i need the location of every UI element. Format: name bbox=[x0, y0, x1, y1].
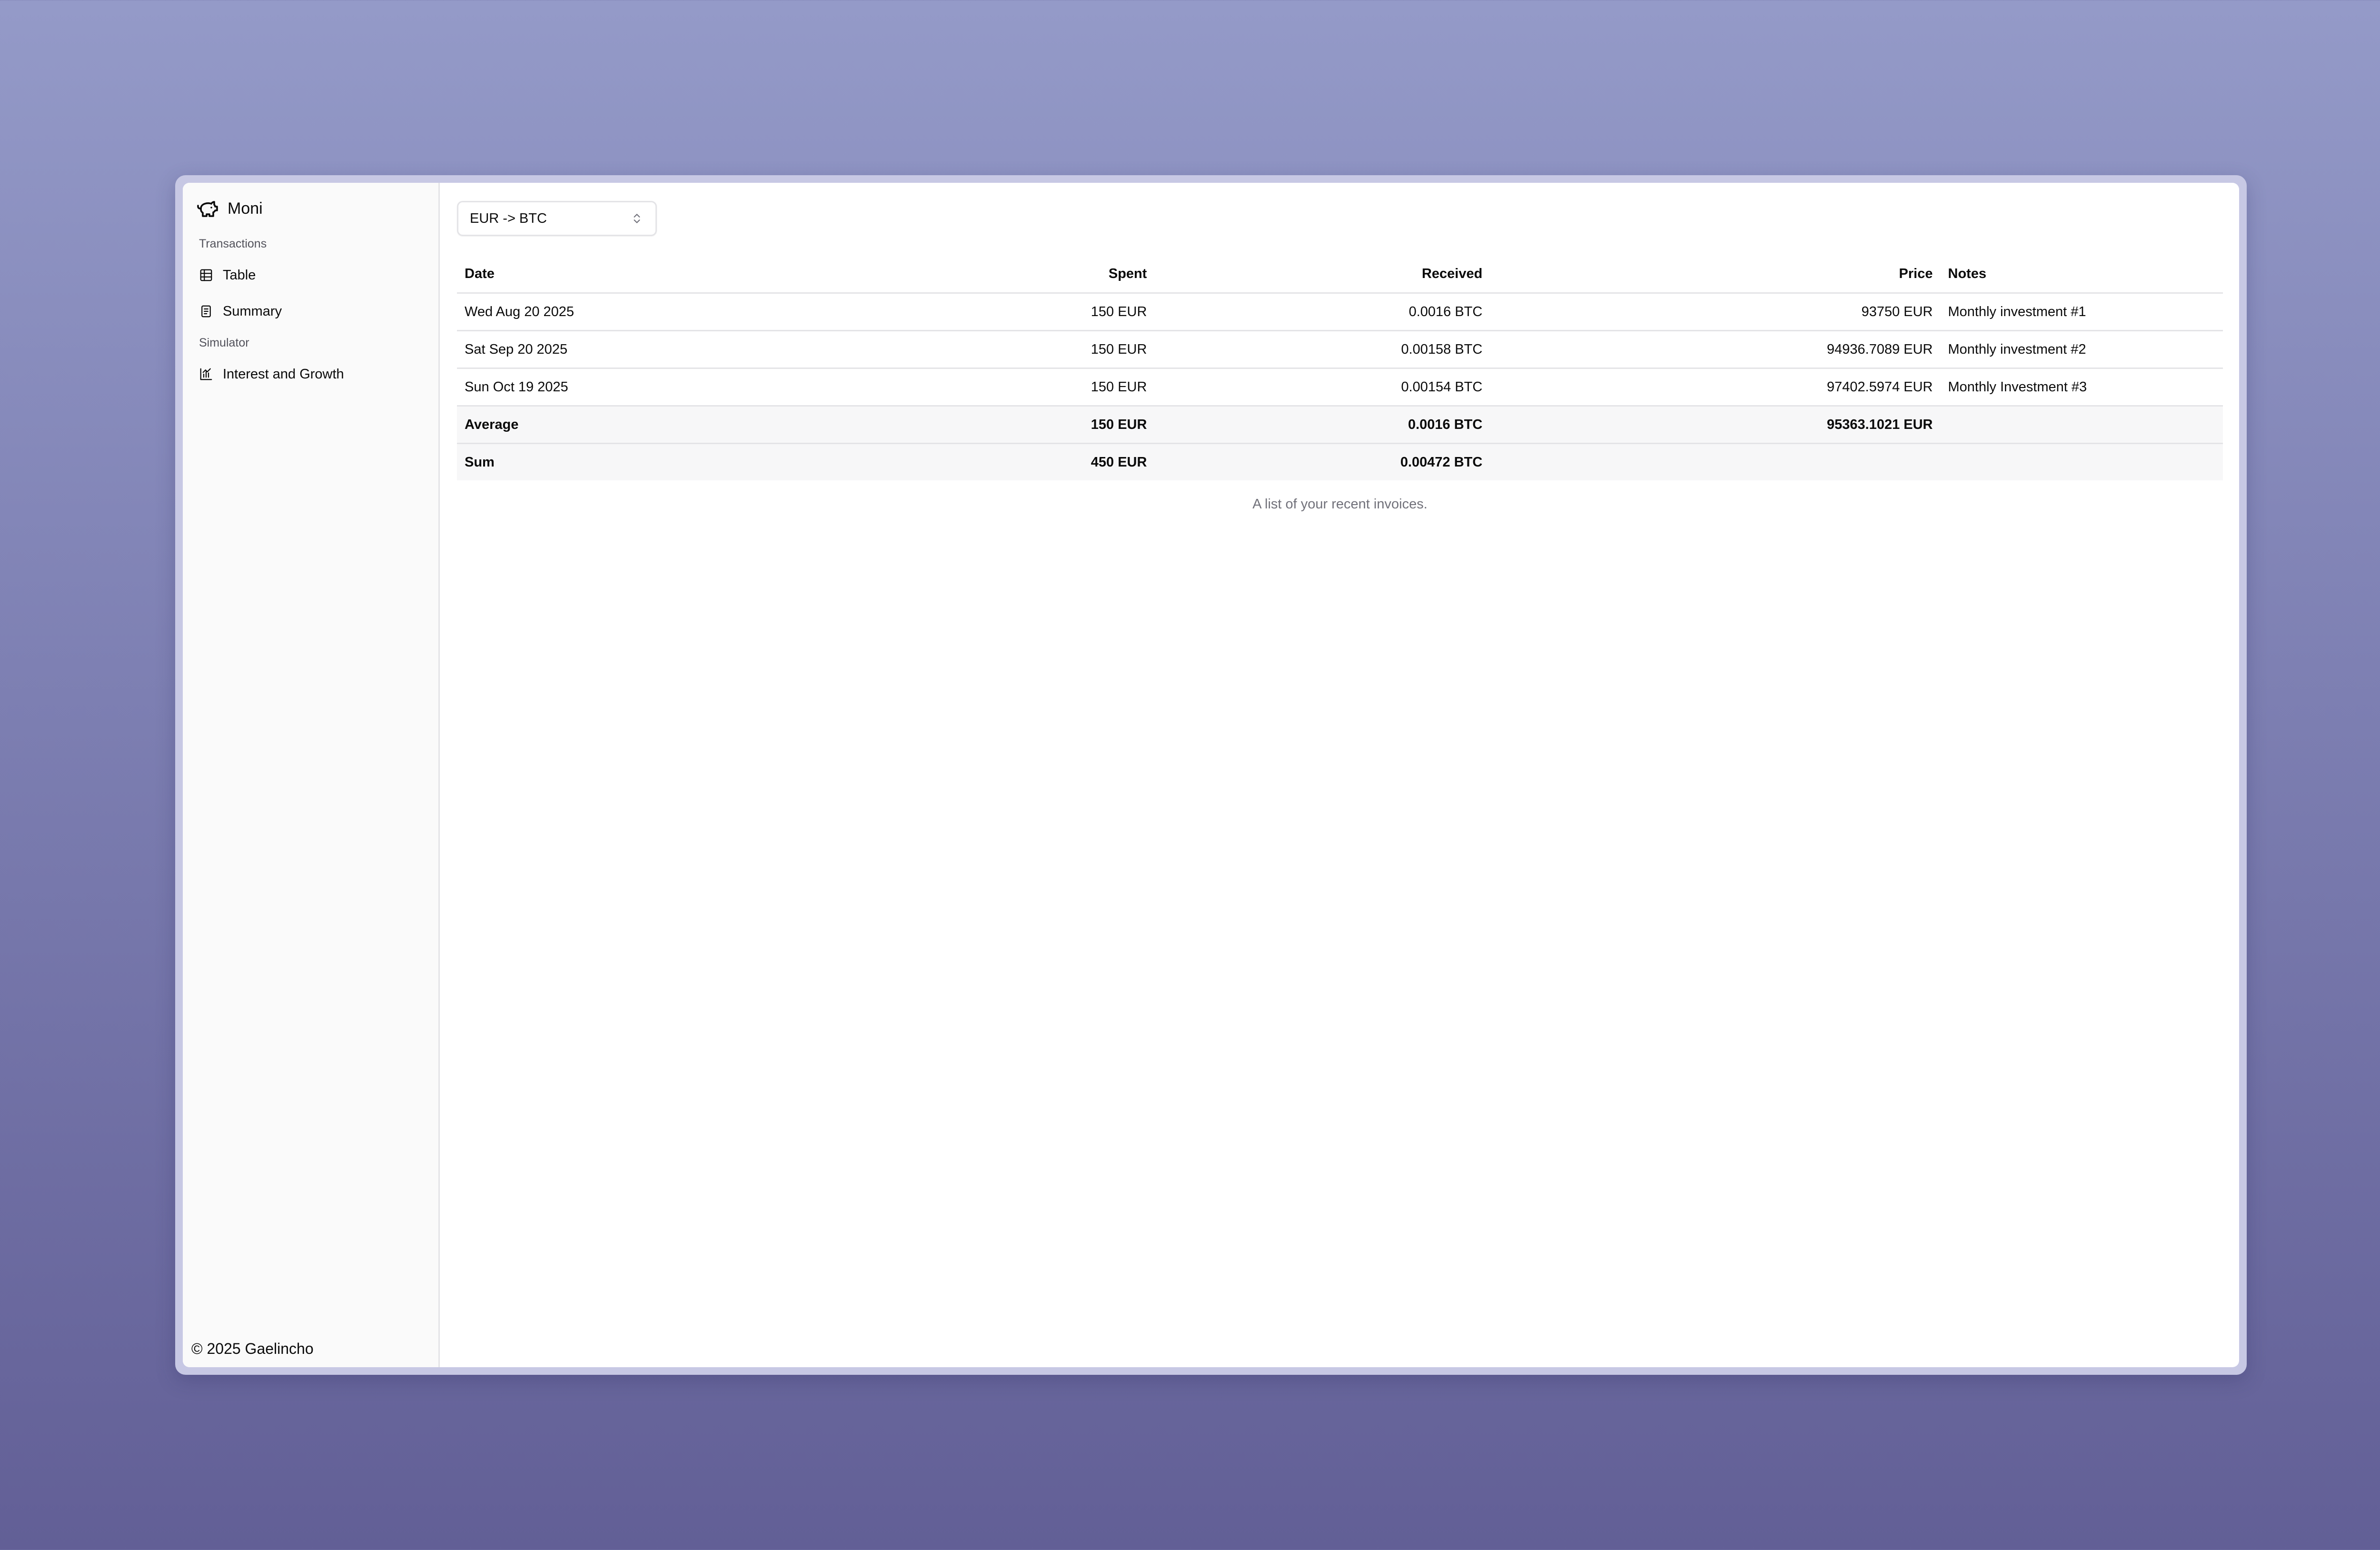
document-icon bbox=[201, 305, 211, 318]
column-header-price: Price bbox=[1490, 255, 1941, 294]
sum-label: Sum bbox=[457, 443, 916, 480]
sum-received: 0.00472 BTC bbox=[1154, 443, 1490, 480]
app-window: Moni Transactions Table Summary Simulato… bbox=[175, 175, 2247, 1375]
piggy-bank-icon bbox=[197, 201, 218, 217]
cell-spent: 150 EUR bbox=[916, 368, 1155, 407]
average-row: Average 150 EUR 0.0016 BTC 95363.1021 EU… bbox=[457, 406, 2223, 444]
app-frame: Moni Transactions Table Summary Simulato… bbox=[183, 183, 2239, 1367]
column-header-spent: Spent bbox=[916, 255, 1155, 294]
cell-notes: Monthly investment #1 bbox=[1940, 293, 2223, 331]
sidebar-item-summary[interactable]: Summary bbox=[183, 293, 438, 329]
currency-pair-select[interactable]: EUR -> BTC bbox=[457, 201, 657, 236]
sum-row: Sum 450 EUR 0.00472 BTC bbox=[457, 443, 2223, 480]
cell-price: 93750 EUR bbox=[1490, 293, 1941, 331]
cell-received: 0.00158 BTC bbox=[1154, 330, 1490, 369]
cell-notes: Monthly Investment #3 bbox=[1940, 368, 2223, 407]
sidebar-item-label: Table bbox=[223, 267, 256, 283]
column-header-received: Received bbox=[1154, 255, 1490, 294]
cell-notes: Monthly investment #2 bbox=[1940, 330, 2223, 369]
table-row[interactable]: Sat Sep 20 2025 150 EUR 0.00158 BTC 9493… bbox=[457, 330, 2223, 369]
average-label: Average bbox=[457, 406, 916, 444]
sum-notes bbox=[1940, 443, 2223, 480]
main-content: EUR -> BTC Date Spent Received Price Not… bbox=[440, 183, 2239, 1367]
sidebar: Moni Transactions Table Summary Simulato… bbox=[183, 183, 440, 1367]
cell-price: 97402.5974 EUR bbox=[1490, 368, 1941, 407]
currency-pair-value: EUR -> BTC bbox=[470, 210, 547, 226]
table-row[interactable]: Sun Oct 19 2025 150 EUR 0.00154 BTC 9740… bbox=[457, 368, 2223, 407]
cell-received: 0.0016 BTC bbox=[1154, 293, 1490, 331]
cell-date: Wed Aug 20 2025 bbox=[457, 293, 916, 331]
column-header-date: Date bbox=[457, 255, 916, 294]
average-spent: 150 EUR bbox=[916, 406, 1155, 444]
cell-date: Sun Oct 19 2025 bbox=[457, 368, 916, 407]
chevrons-up-down-icon bbox=[634, 214, 640, 223]
average-received: 0.0016 BTC bbox=[1154, 406, 1490, 444]
sidebar-group-simulator: Simulator bbox=[199, 336, 249, 349]
brand[interactable]: Moni bbox=[183, 193, 438, 224]
sum-price bbox=[1490, 443, 1941, 480]
sidebar-item-table[interactable]: Table bbox=[183, 257, 438, 293]
sidebar-item-label: Interest and Growth bbox=[223, 366, 344, 382]
sidebar-item-label: Summary bbox=[223, 303, 282, 319]
average-notes bbox=[1940, 406, 2223, 444]
footer-copyright: © 2025 Gaelincho bbox=[191, 1340, 314, 1357]
average-price: 95363.1021 EUR bbox=[1490, 406, 1941, 444]
sidebar-item-interest-and-growth[interactable]: Interest and Growth bbox=[183, 356, 438, 392]
app-name: Moni bbox=[228, 199, 263, 218]
transactions-table: Date Spent Received Price Notes Wed Aug … bbox=[457, 255, 2223, 480]
cell-spent: 150 EUR bbox=[916, 330, 1155, 369]
column-header-notes: Notes bbox=[1940, 255, 2223, 294]
chart-icon bbox=[200, 368, 212, 380]
sidebar-group-transactions: Transactions bbox=[199, 237, 267, 250]
cell-price: 94936.7089 EUR bbox=[1490, 330, 1941, 369]
sum-spent: 450 EUR bbox=[916, 443, 1155, 480]
table-header-row: Date Spent Received Price Notes bbox=[457, 255, 2223, 294]
table-row[interactable]: Wed Aug 20 2025 150 EUR 0.0016 BTC 93750… bbox=[457, 293, 2223, 331]
cell-spent: 150 EUR bbox=[916, 293, 1155, 331]
table-caption: A list of your recent invoices. bbox=[1252, 497, 1428, 512]
cell-received: 0.00154 BTC bbox=[1154, 368, 1490, 407]
cell-date: Sat Sep 20 2025 bbox=[457, 330, 916, 369]
table-icon bbox=[200, 269, 212, 281]
